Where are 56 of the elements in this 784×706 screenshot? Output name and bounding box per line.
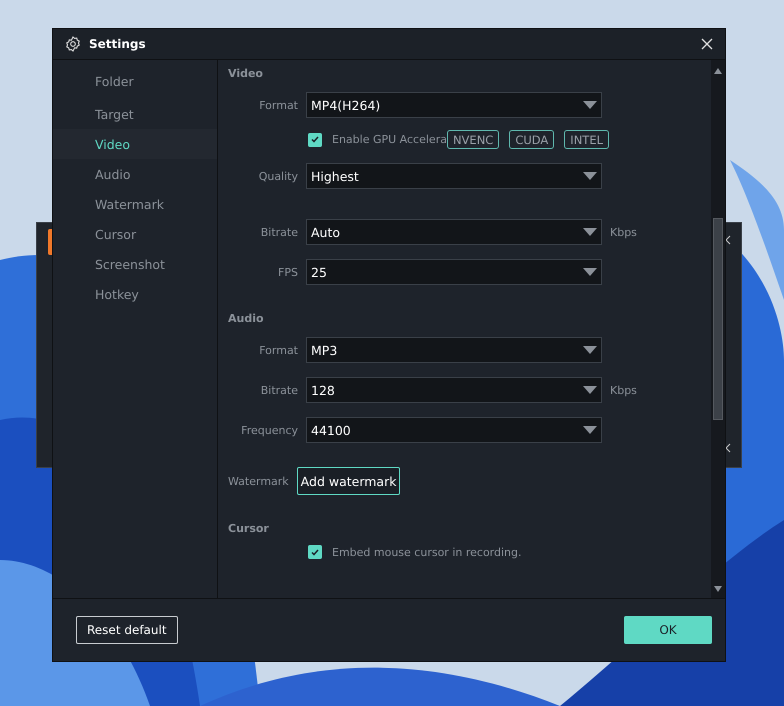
sidebar-item[interactable]: Folder	[53, 64, 217, 99]
sidebar-item[interactable]: Target	[53, 99, 217, 129]
dropdown-caret-icon	[583, 172, 597, 180]
scrollbar[interactable]	[711, 60, 725, 598]
window-title: Settings	[89, 37, 147, 51]
checkbox-label: Embed mouse cursor in recording.	[332, 546, 522, 558]
encoder-option[interactable]: NVENC	[446, 130, 500, 149]
scroll-up-icon[interactable]	[714, 68, 722, 74]
field-label: FPS	[277, 266, 298, 278]
checkbox[interactable]	[308, 545, 322, 559]
sidebar-item[interactable]: Cursor	[53, 219, 217, 249]
field-label: Frequency	[240, 424, 298, 436]
sidebar-item[interactable]: Audio	[53, 159, 217, 189]
sidebar-item[interactable]: Watermark	[53, 189, 217, 219]
field-label: Watermark	[228, 474, 289, 488]
checkbox[interactable]	[308, 132, 322, 146]
reset-default-button[interactable]: Reset default	[76, 616, 178, 644]
unit-label: Kbps	[610, 384, 637, 396]
dropdown-caret-icon	[583, 268, 597, 276]
dropdown[interactable]: MP3	[306, 337, 602, 363]
field-label: Bitrate	[260, 384, 298, 396]
dropdown-caret-icon	[583, 386, 597, 394]
dropdown[interactable]: 25	[306, 259, 602, 285]
dropdown[interactable]: 44100	[306, 417, 602, 443]
dropdown[interactable]: Highest	[306, 163, 602, 189]
dropdown-caret-icon	[583, 228, 597, 236]
section-heading: Cursor	[228, 521, 270, 537]
sidebar-item[interactable]: Video	[53, 129, 217, 159]
checkbox-label: Enable GPU Accelera	[332, 133, 447, 146]
sidebar-item[interactable]: Hotkey	[53, 279, 217, 309]
encoder-option[interactable]: INTEL	[564, 130, 609, 149]
dropdown-caret-icon	[583, 101, 597, 109]
scroll-thumb[interactable]	[713, 218, 723, 420]
checkmark-icon	[311, 136, 319, 143]
checkmark-icon	[311, 548, 319, 556]
scroll-down-icon[interactable]	[714, 586, 722, 592]
add-watermark-button[interactable]: Add watermark	[296, 467, 400, 495]
section-heading: Audio	[228, 311, 265, 327]
field-label: Format	[258, 98, 298, 112]
dropdown-caret-icon	[583, 346, 597, 354]
chevron-icon	[724, 235, 732, 245]
unit-label: Kbps	[610, 226, 637, 238]
ok-button[interactable]: OK	[624, 616, 712, 644]
field-label: Bitrate	[260, 226, 298, 238]
dropdown-caret-icon	[583, 426, 597, 434]
gear-icon	[65, 36, 81, 52]
close-icon[interactable]	[701, 38, 713, 50]
dropdown[interactable]: MP4(H264)	[306, 92, 602, 118]
sidebar-item[interactable]: Screenshot	[53, 249, 217, 279]
section-heading: Video	[228, 66, 264, 82]
field-label: Format	[258, 344, 298, 356]
field-label: Quality	[258, 170, 298, 182]
chevron-icon	[724, 443, 732, 453]
dropdown[interactable]: 128	[306, 377, 602, 403]
encoder-option[interactable]: CUDA	[509, 130, 554, 149]
dropdown[interactable]: Auto	[306, 219, 602, 245]
